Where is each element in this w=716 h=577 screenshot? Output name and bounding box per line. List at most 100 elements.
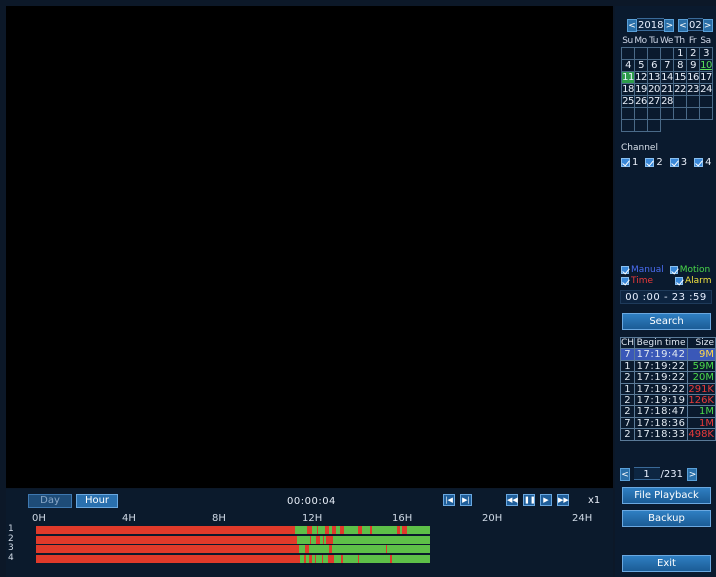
calendar-day[interactable]: 17 — [700, 72, 713, 84]
motion-record-segment — [320, 554, 322, 563]
day-view-button[interactable]: Day — [28, 494, 72, 508]
file-row[interactable]: 2 17:18:33 498K — [621, 429, 716, 441]
timeline-ticks: 0H 4H 8H 12H 16H 20H 24H — [6, 513, 613, 524]
track-number: 2 — [8, 533, 14, 544]
calendar-day[interactable]: 4 — [622, 60, 635, 72]
timeline-track-4[interactable]: 4 — [6, 552, 613, 563]
backup-button[interactable]: Backup — [622, 510, 711, 527]
timeline-tracks[interactable]: 1234 — [6, 524, 613, 566]
calendar-day[interactable]: 9 — [687, 60, 700, 72]
calendar-empty-cell — [635, 48, 648, 60]
calendar-day[interactable]: 12 — [635, 72, 648, 84]
tick-label: 12H — [302, 513, 323, 524]
fast-forward-icon[interactable]: ▶▶ — [557, 494, 569, 506]
motion-record-segment — [427, 526, 430, 534]
weekday-header: Su Mo Tu We Th Fr Sa — [621, 35, 712, 47]
exit-button[interactable]: Exit — [622, 555, 711, 572]
calendar-day[interactable]: 19 — [635, 84, 648, 96]
calendar-day[interactable]: 6 — [648, 60, 661, 72]
check-icon — [621, 158, 630, 167]
track-number: 4 — [8, 552, 14, 563]
calendar-day[interactable]: 15 — [674, 72, 687, 84]
motion-record-segment — [366, 526, 370, 534]
calendar-day[interactable]: 22 — [674, 84, 687, 96]
calendar-day[interactable]: 18 — [622, 84, 635, 96]
calendar-day[interactable]: 5 — [635, 60, 648, 72]
file-row[interactable]: 1 17:19:22 291K — [621, 383, 716, 395]
hour-view-button[interactable]: Hour — [76, 494, 118, 508]
motion-record-segment — [427, 535, 430, 544]
motion-record-segment — [312, 554, 315, 563]
channel-checkbox-2[interactable]: 2 — [645, 157, 663, 168]
time-label: Time — [631, 275, 654, 286]
motion-record-segment — [321, 526, 325, 534]
page-input[interactable]: 1 — [633, 467, 660, 480]
pause-icon[interactable]: ❚❚ — [523, 494, 536, 506]
calendar-day[interactable]: 8 — [674, 60, 687, 72]
calendar-day[interactable]: 11 — [622, 72, 635, 84]
file-playback-button[interactable]: File Playback — [622, 487, 711, 504]
channel-checkbox-3[interactable]: 3 — [669, 157, 687, 168]
file-row[interactable]: 2 17:18:47 1M — [621, 406, 716, 418]
calendar-day[interactable]: 7 — [661, 60, 674, 72]
weekday-label: We — [660, 36, 673, 46]
rewind-icon[interactable]: ◀◀ — [506, 494, 518, 506]
calendar-day[interactable]: 13 — [648, 72, 661, 84]
calendar-empty-cell — [661, 48, 674, 60]
file-row[interactable]: 1 17:19:22 59M — [621, 360, 716, 373]
calendar-day[interactable]: 14 — [661, 72, 674, 84]
file-begin-time: 17:19:22 — [634, 360, 689, 373]
time-checkbox[interactable]: Time — [621, 275, 669, 286]
prev-page-button[interactable]: < — [620, 468, 630, 481]
file-row[interactable]: 7 17:18:36 1M — [621, 417, 716, 430]
calendar-day[interactable]: 25 — [622, 96, 635, 108]
prev-month-button[interactable]: < — [677, 19, 688, 32]
timeline-track-1[interactable]: 1 — [6, 524, 613, 534]
next-page-button[interactable]: > — [687, 468, 698, 481]
calendar-day[interactable]: 10 — [700, 60, 713, 72]
file-size: 20M — [688, 372, 716, 384]
alarm-checkbox[interactable]: Alarm — [675, 275, 711, 286]
calendar-day[interactable]: 26 — [635, 96, 648, 108]
file-channel: 2 — [621, 394, 635, 407]
play-icon[interactable]: ▶ — [540, 494, 552, 506]
motion-checkbox[interactable]: Motion — [669, 264, 710, 275]
calendar-day[interactable]: 3 — [700, 48, 713, 60]
channel-checkbox-1[interactable]: 1 — [621, 157, 638, 168]
prev-year-button[interactable]: < — [627, 19, 637, 32]
manual-checkbox[interactable]: Manual — [621, 264, 664, 275]
calendar-day[interactable]: 27 — [648, 96, 661, 108]
timeline-track-2[interactable]: 2 — [6, 533, 613, 544]
calendar-day[interactable]: 16 — [687, 72, 700, 84]
channel-checkbox-4[interactable]: 4 — [694, 157, 712, 168]
time-range-input[interactable]: 00 :00 - 23 :59 — [620, 290, 712, 304]
calendar-day[interactable]: 28 — [661, 96, 674, 108]
file-row[interactable]: 2 17:19:22 20M — [621, 372, 716, 384]
skip-start-icon[interactable]: |◀ — [443, 494, 455, 506]
alarm-label: Alarm — [685, 275, 712, 286]
video-display[interactable] — [6, 6, 613, 488]
time-record-segment — [36, 526, 430, 534]
calendar-day[interactable]: 1 — [674, 48, 687, 60]
calendar-day[interactable]: 24 — [700, 84, 713, 96]
file-row[interactable]: 2 17:19:19 126K — [621, 394, 716, 407]
timeline-track-3[interactable]: 3 — [6, 543, 613, 553]
calendar-day[interactable]: 20 — [648, 84, 661, 96]
check-icon — [621, 276, 629, 285]
file-row[interactable]: 7 17:19:42 9M — [621, 349, 716, 361]
file-channel: 2 — [621, 372, 635, 384]
calendar-grid: 1 2 3 4 5 6 7 8 9 10 11 12 13 14 15 16 17 18 19 20 21 22 23 24 2… — [621, 47, 713, 132]
calendar-day[interactable]: 2 — [687, 48, 700, 60]
motion-record-segment — [299, 554, 304, 563]
weekday-label: Sa — [700, 36, 711, 46]
calendar-day[interactable]: 23 — [687, 84, 700, 96]
search-button[interactable]: Search — [622, 313, 711, 330]
calendar-day[interactable]: 21 — [661, 84, 674, 96]
next-month-button[interactable]: > — [702, 19, 713, 32]
playback-speed: x1 — [588, 495, 601, 506]
calendar-empty-cell — [648, 108, 661, 120]
skip-end-icon[interactable]: ▶| — [460, 494, 472, 506]
next-year-button[interactable]: > — [664, 19, 675, 32]
motion-record-segment — [322, 554, 328, 563]
check-icon — [675, 276, 683, 285]
